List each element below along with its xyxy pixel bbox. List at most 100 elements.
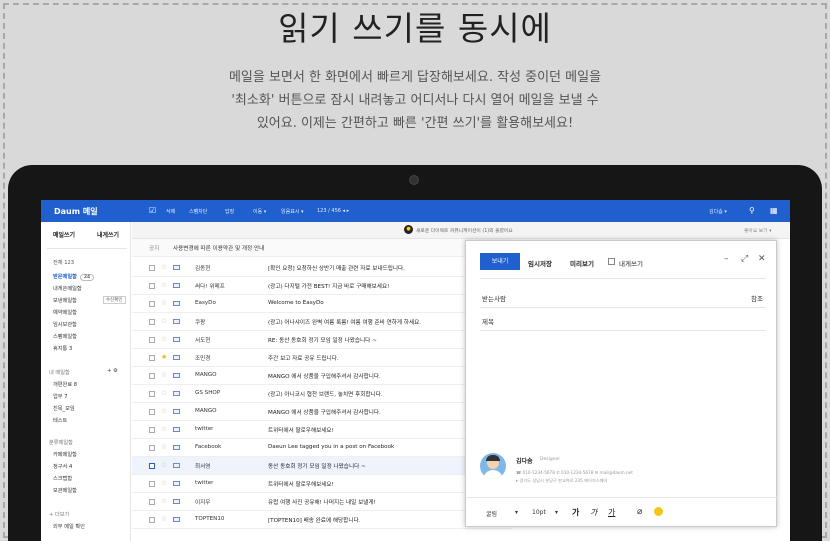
notice-text[interactable]: 새로운 다이렉트 커뮤니케이션이 (1)외 올렸어요	[416, 227, 513, 234]
row-checkbox-checked[interactable]	[149, 463, 155, 469]
table-row[interactable]: ☆ 김동현 [확인 요청] 요청하신 상반기 매출 관련 자료 보내드립니다.	[132, 259, 512, 277]
preview-button[interactable]: 미리보기	[570, 258, 594, 268]
table-row[interactable]: ☆ 최서영 동산 동호회 정기 모임 일정 나왔습니다 ~	[132, 457, 512, 475]
minimize-icon[interactable]: –	[724, 254, 729, 264]
row-checkbox[interactable]	[149, 319, 155, 325]
table-row[interactable]: ☆ 이지우 유럽 여행 사진 공유해! 나머지는 내일 보낼게!	[132, 493, 512, 511]
sidebar-item-inbox[interactable]: 받은메일함 24	[53, 273, 95, 281]
row-checkbox[interactable]	[149, 445, 155, 451]
table-row[interactable]: ☆ 써다! 위메프 (광고) 다지털 가전 BEST! 지금 바로 구매해보세요!	[132, 277, 512, 295]
star-icon[interactable]: ☆	[161, 299, 167, 307]
attach-icon[interactable]: ⌀	[637, 507, 642, 517]
self-checkbox[interactable]	[608, 258, 615, 265]
sidebar-item-drafts[interactable]: 임시보관함	[53, 321, 77, 328]
italic-button[interactable]: 가	[590, 507, 597, 518]
star-icon[interactable]: ☆	[161, 407, 167, 415]
table-row[interactable]: ★ 조민경 주간 보고 자료 공유 드립니다.	[132, 349, 512, 367]
sidebar-item-external[interactable]: 외부 메일 확인	[53, 523, 85, 530]
expand-icon[interactable]: ⤢	[741, 254, 748, 264]
checkbox-icon[interactable]: ☑	[149, 206, 156, 215]
notice-more[interactable]: 좋아요 보기 ▾	[744, 227, 772, 234]
row-checkbox[interactable]	[149, 373, 155, 379]
apps-grid-icon[interactable]: ▦	[770, 206, 778, 215]
delete-button[interactable]: 삭제	[166, 208, 175, 215]
row-checkbox[interactable]	[149, 283, 155, 289]
row-checkbox[interactable]	[149, 427, 155, 433]
table-row[interactable]: ☆ 쿠팡 (광고) 어나샤이즈 완벽 여름 룩룸! 여름 여행 준비 연하게 하세요…	[132, 313, 512, 331]
table-row[interactable]: ☆ twitter 트위터에서 팔로우해보세요!	[132, 475, 512, 493]
table-row[interactable]: ☆ Facebook Daeun Lee tagged you in a post …	[132, 439, 512, 457]
row-checkbox[interactable]	[149, 301, 155, 307]
sidebar-item-folder[interactable]: 업무 7	[53, 393, 68, 400]
table-row[interactable]: 공지 사용변경에 따른 이용약관 및 개정 안내	[132, 239, 512, 257]
sidebar-item-trash[interactable]: 휴지통 3	[53, 345, 72, 352]
sidebar-item-folder[interactable]: 스크랩함	[53, 475, 72, 482]
table-row[interactable]: ☆ twitter 트위터에서 팔로우해보세요!	[132, 421, 512, 439]
sidebar-item-spam[interactable]: 스팸메일함	[53, 333, 77, 340]
chevron-down-icon[interactable]: ▾	[555, 509, 558, 516]
table-row[interactable]: ☆ MANGO MANGO 에서 상품을 구입해주셔서 감사합니다.	[132, 367, 512, 385]
star-icon[interactable]: ☆	[161, 497, 167, 505]
close-icon[interactable]: ✕	[758, 254, 766, 264]
bold-button[interactable]: 가	[572, 507, 579, 518]
sidebar-item-folder[interactable]: 카페메일함	[53, 451, 77, 458]
star-icon[interactable]: ☆	[161, 479, 167, 487]
to-field-label[interactable]: 받는사람	[482, 293, 506, 303]
compose-mail-button[interactable]: 메일쓰기	[53, 230, 75, 244]
save-draft-button[interactable]: 임시저장	[528, 258, 552, 268]
row-checkbox[interactable]	[149, 265, 155, 271]
table-row[interactable]: ☆ EasyDo Welcome to EasyDo	[132, 295, 512, 313]
star-icon[interactable]: ☆	[161, 389, 167, 397]
star-icon[interactable]: ☆	[161, 335, 167, 343]
move-dropdown[interactable]: 이동 ▾	[253, 208, 266, 215]
app-logo[interactable]: Daum 메일	[54, 206, 98, 217]
mark-read-dropdown[interactable]: 읽음표시 ▾	[281, 208, 304, 215]
sidebar-item-folder[interactable]: 친목_모임	[53, 405, 75, 412]
chevron-down-icon[interactable]: ▾	[515, 509, 518, 516]
sidebar-item-scheduled[interactable]: 예약메일함	[53, 309, 77, 316]
read-receipt-button[interactable]: 수신확인	[103, 296, 126, 304]
spam-block-button[interactable]: 스팸차단	[189, 208, 207, 215]
font-family-select[interactable]: 굴림	[486, 509, 497, 518]
table-row[interactable]: ☆ MANGO MANGO 에서 상품을 구입해주셔서 감사합니다.	[132, 403, 512, 421]
row-checkbox[interactable]	[149, 409, 155, 415]
row-checkbox[interactable]	[149, 499, 155, 505]
star-icon[interactable]: ☆	[161, 443, 167, 451]
font-size-select[interactable]: 10pt	[532, 509, 546, 516]
underline-button[interactable]: 가	[608, 507, 615, 518]
star-filled-icon[interactable]: ★	[161, 353, 167, 361]
folder-add-icon[interactable]: + ⚙	[107, 368, 118, 374]
table-row[interactable]: ☆ 서도현 RE: 동산 동호회 정기 모임 일정 나왔습니다 ~	[132, 331, 512, 349]
sidebar-item-self-mail[interactable]: 내게쓴메일함	[53, 285, 82, 292]
sidebar-item-folder[interactable]: 테스트	[53, 417, 67, 424]
star-icon[interactable]: ☆	[161, 317, 167, 325]
row-checkbox[interactable]	[149, 391, 155, 397]
search-icon[interactable]: ⚲	[749, 206, 755, 215]
row-checkbox[interactable]	[149, 337, 155, 343]
row-checkbox[interactable]	[149, 517, 155, 523]
category-folders-heading[interactable]: 분류메일함	[49, 439, 73, 446]
row-checkbox[interactable]	[149, 355, 155, 361]
my-folders-heading[interactable]: 내 메일함	[49, 369, 70, 376]
sidebar-item-folder[interactable]: 청구서 4	[53, 463, 72, 470]
table-row[interactable]: ☆ TOPTEN10 [TOPTEN10] 배송 완료에 해당합니다.	[132, 511, 512, 529]
table-row[interactable]: ☆ GS SHOP (광고) 아니코시 협찬 브랜드, 놓치면 후회합니다.	[132, 385, 512, 403]
star-icon[interactable]: ☆	[161, 515, 167, 523]
pagination[interactable]: 123 / 456 ◂ ▸	[317, 208, 349, 214]
star-icon[interactable]: ☆	[161, 461, 167, 469]
star-icon[interactable]: ☆	[161, 425, 167, 433]
star-icon[interactable]: ☆	[161, 371, 167, 379]
star-icon[interactable]: ☆	[161, 281, 167, 289]
user-menu[interactable]: 김다솜 ▾	[709, 208, 727, 215]
sidebar-item-folder[interactable]: 개편완료 8	[53, 381, 77, 388]
star-icon[interactable]: ☆	[161, 263, 167, 271]
sidebar-item-folder[interactable]: 보관메일함	[53, 487, 77, 494]
subject-field-label[interactable]: 제목	[482, 316, 494, 326]
more-heading[interactable]: + 더보기	[49, 511, 69, 518]
sidebar-all-count[interactable]: 전체 123	[53, 259, 74, 266]
write-to-self-button[interactable]: 내게쓰기	[97, 230, 119, 244]
sidebar-item-sent[interactable]: 보낸메일함	[53, 297, 77, 304]
send-button[interactable]: 보내기	[480, 253, 520, 270]
emoji-icon[interactable]	[654, 507, 663, 516]
row-checkbox[interactable]	[149, 481, 155, 487]
